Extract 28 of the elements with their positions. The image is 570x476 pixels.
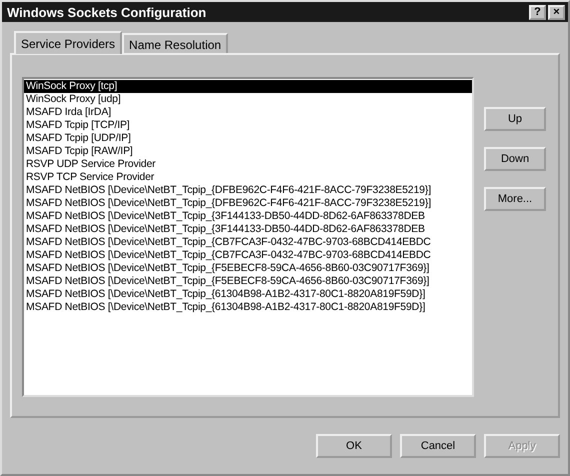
close-button[interactable]: × bbox=[548, 4, 565, 20]
list-item[interactable]: MSAFD Irda [IrDA] bbox=[24, 106, 472, 119]
list-item[interactable]: MSAFD NetBIOS [\Device\NetBT_Tcpip_{61304B98-A1B2-4317-80C1-8820A819F59D}] bbox=[24, 301, 472, 314]
list-item[interactable]: MSAFD NetBIOS [\Device\NetBT_Tcpip_{DFBE962C-F4F6-421F-8ACC-79F3238E5219}] bbox=[24, 197, 472, 210]
list-item[interactable]: MSAFD Tcpip [TCP/IP] bbox=[24, 119, 472, 132]
list-item[interactable]: MSAFD NetBIOS [\Device\NetBT_Tcpip_{3F144133-DB50-44DD-8D62-6AF863378DEB bbox=[24, 223, 472, 236]
list-item[interactable]: MSAFD NetBIOS [\Device\NetBT_Tcpip_{CB7FCA3F-0432-47BC-9703-68BCD414EBDC bbox=[24, 249, 472, 262]
dialog-button[interactable]: Cancel bbox=[400, 434, 476, 458]
list-item[interactable]: MSAFD NetBIOS [\Device\NetBT_Tcpip_{DFBE962C-F4F6-421F-8ACC-79F3238E5219}] bbox=[24, 184, 472, 197]
list-item[interactable]: WinSock Proxy [udp] bbox=[24, 93, 472, 106]
tab[interactable]: Name Resolution bbox=[122, 33, 228, 53]
list-item[interactable]: RSVP TCP Service Provider bbox=[24, 171, 472, 184]
dialog-button[interactable]: OK bbox=[316, 434, 392, 458]
list-item[interactable]: MSAFD Tcpip [RAW/IP] bbox=[24, 145, 472, 158]
list-item[interactable]: RSVP UDP Service Provider bbox=[24, 158, 472, 171]
help-button[interactable]: ? bbox=[529, 4, 546, 20]
window-title: Windows Sockets Configuration bbox=[7, 4, 206, 20]
side-button[interactable]: More... bbox=[484, 187, 546, 211]
side-button[interactable]: Down bbox=[484, 147, 546, 171]
list-item[interactable]: MSAFD NetBIOS [\Device\NetBT_Tcpip_{F5EBECF8-59CA-4656-8B60-03C90717F369}] bbox=[24, 262, 472, 275]
list-item[interactable]: MSAFD NetBIOS [\Device\NetBT_Tcpip_{CB7FCA3F-0432-47BC-9703-68BCD414EBDC bbox=[24, 236, 472, 249]
list-item[interactable]: MSAFD NetBIOS [\Device\NetBT_Tcpip_{F5EBECF8-59CA-4656-8B60-03C90717F369}] bbox=[24, 275, 472, 288]
tab[interactable]: Service Providers bbox=[14, 31, 122, 54]
side-button[interactable]: Up bbox=[484, 107, 546, 131]
list-item[interactable]: MSAFD NetBIOS [\Device\NetBT_Tcpip_{61304B98-A1B2-4317-80C1-8820A819F59D}] bbox=[24, 288, 472, 301]
list-item[interactable]: MSAFD NetBIOS [\Device\NetBT_Tcpip_{3F144133-DB50-44DD-8D62-6AF863378DEB bbox=[24, 210, 472, 223]
list-item[interactable]: MSAFD Tcpip [UDP/IP] bbox=[24, 132, 472, 145]
list-item[interactable]: WinSock Proxy [tcp] bbox=[24, 80, 472, 93]
